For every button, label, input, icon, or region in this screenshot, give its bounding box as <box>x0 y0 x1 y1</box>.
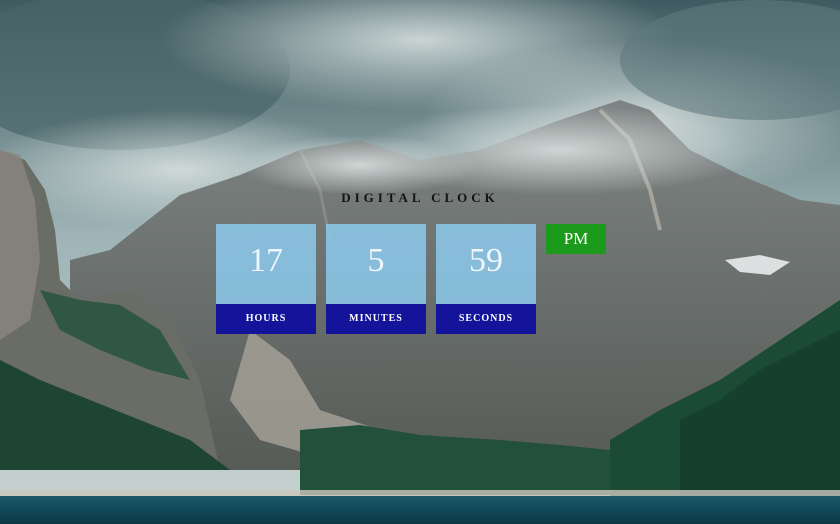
hours-box: 17 HOURS <box>216 224 316 334</box>
seconds-box: 59 SECONDS <box>436 224 536 334</box>
minutes-value: 5 <box>367 242 385 279</box>
minutes-box: 5 MINUTES <box>326 224 426 334</box>
am-pm-badge: PM <box>546 224 606 254</box>
hours-label: HOURS <box>216 304 316 334</box>
minutes-label: MINUTES <box>326 304 426 334</box>
seconds-label: SECONDS <box>436 304 536 334</box>
seconds-value: 59 <box>469 242 503 279</box>
clock-title: DIGITAL CLOCK <box>341 190 499 205</box>
hours-value: 17 <box>249 242 283 279</box>
